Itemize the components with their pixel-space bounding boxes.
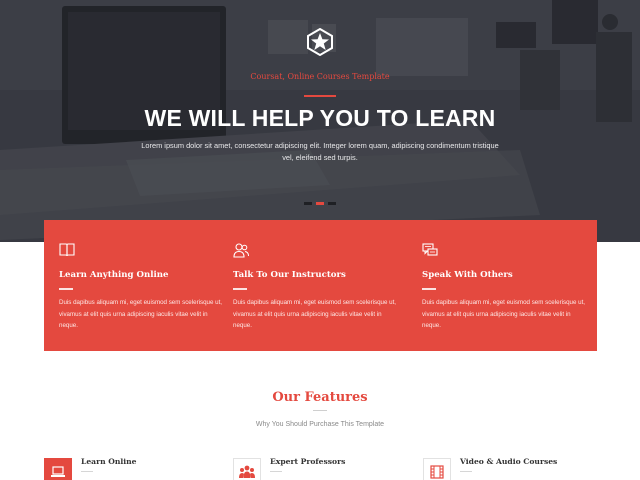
chat-icon bbox=[422, 243, 438, 256]
features-subtitle: Why You Should Purchase This Template bbox=[255, 421, 385, 428]
highlight-item: Learn Anything Online Duis dapibus aliqu… bbox=[59, 220, 239, 351]
highlight-item: Speak With Others Duis dapibus aliquam m… bbox=[422, 220, 602, 351]
feature-icon-box bbox=[233, 458, 261, 480]
group-icon bbox=[239, 465, 255, 478]
features-divider bbox=[313, 410, 327, 411]
highlight-divider bbox=[422, 288, 436, 290]
slider-dot-3[interactable] bbox=[328, 202, 336, 205]
laptop-icon bbox=[51, 466, 65, 477]
hero-headline: WE WILL HELP YOU TO LEARN bbox=[144, 105, 496, 131]
feature-icon-box bbox=[423, 458, 451, 480]
tagline-divider bbox=[304, 95, 336, 97]
star-logo-icon[interactable] bbox=[306, 28, 334, 56]
feature-label: Learn Online bbox=[81, 457, 137, 466]
book-icon bbox=[59, 243, 75, 257]
features-title: Our Features bbox=[272, 390, 368, 405]
highlight-title: Learn Anything Online bbox=[59, 270, 169, 280]
slider-pagination bbox=[304, 202, 336, 205]
highlight-divider bbox=[59, 288, 73, 290]
highlight-divider bbox=[233, 288, 247, 290]
hero-banner: Coursat, Online Courses Template WE WILL… bbox=[0, 0, 640, 242]
slider-dot-2[interactable] bbox=[316, 202, 324, 205]
feature-label: Video & Audio Courses bbox=[460, 457, 558, 466]
slider-dot-1[interactable] bbox=[304, 202, 312, 205]
highlight-text: Duis dapibus aliquam mi, eget euismod se… bbox=[233, 299, 397, 329]
highlight-title: Talk To Our Instructors bbox=[233, 270, 346, 280]
highlight-item: Talk To Our Instructors Duis dapibus ali… bbox=[233, 220, 413, 351]
users-icon bbox=[233, 243, 249, 258]
hero-tagline: Coursat, Online Courses Template bbox=[250, 72, 390, 81]
feature-label: Expert Professors bbox=[270, 457, 346, 466]
feature-icon-box bbox=[44, 458, 72, 480]
highlight-text: Duis dapibus aliquam mi, eget euismod se… bbox=[59, 299, 223, 329]
feature-divider bbox=[460, 471, 472, 472]
highlights-band: Learn Anything Online Duis dapibus aliqu… bbox=[44, 220, 597, 351]
hero-subtext: Lorem ipsum dolor sit amet, consectetur … bbox=[141, 141, 499, 162]
feature-divider bbox=[270, 471, 282, 472]
highlight-text: Duis dapibus aliquam mi, eget euismod se… bbox=[422, 299, 586, 329]
film-icon bbox=[430, 465, 444, 479]
highlight-title: Speak With Others bbox=[422, 270, 513, 280]
feature-divider bbox=[81, 471, 93, 472]
